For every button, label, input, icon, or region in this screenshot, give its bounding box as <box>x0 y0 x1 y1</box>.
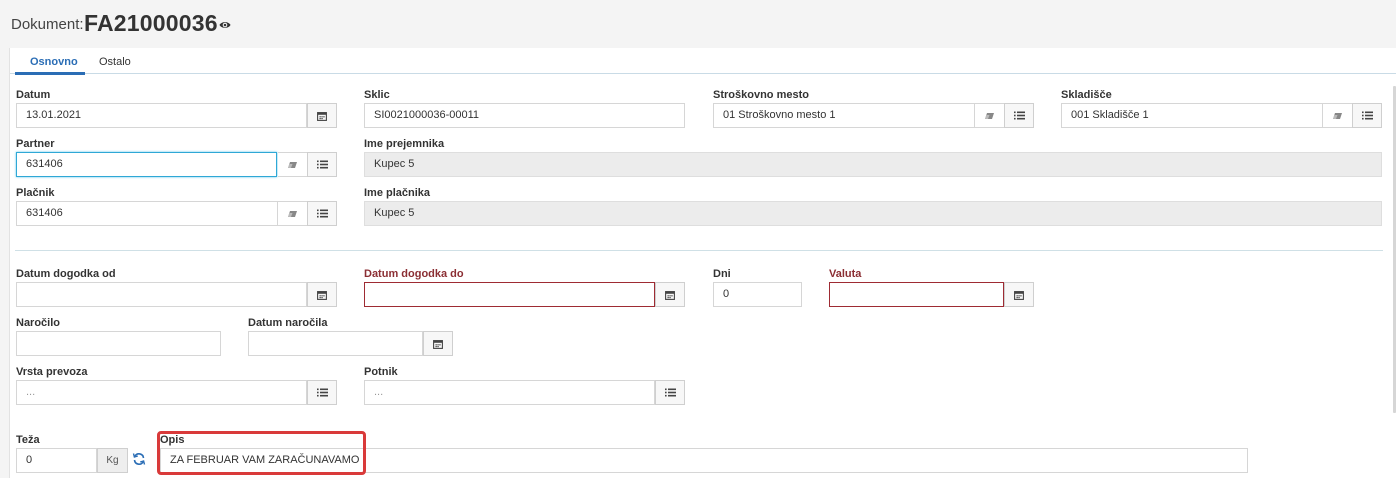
document-label: Dokument: <box>11 16 84 33</box>
list-icon <box>1013 111 1025 120</box>
title-bar: Dokument: FA21000036 <box>0 0 1396 46</box>
calendar-icon <box>1014 290 1024 300</box>
skladisce-list-button[interactable] <box>1352 103 1382 128</box>
list-icon <box>1361 111 1373 120</box>
teza-input[interactable]: 0 <box>16 448 97 473</box>
datum-calendar-button[interactable] <box>307 103 337 128</box>
tab-ostalo[interactable]: Ostalo <box>99 56 131 68</box>
datum-narocila-label: Datum naročila <box>248 317 328 329</box>
valuta-label: Valuta <box>829 268 862 280</box>
datum-od-calendar-button[interactable] <box>307 282 337 307</box>
valuta-calendar-button[interactable] <box>1004 282 1034 307</box>
vrsta-prevoza-placeholder: ... <box>26 386 36 398</box>
potnik-placeholder: ... <box>374 386 384 398</box>
dni-label: Dni <box>713 268 731 280</box>
calendar-icon <box>433 339 443 349</box>
teza-label: Teža <box>16 434 40 446</box>
eraser-icon <box>985 112 994 119</box>
tab-osnovno[interactable]: Osnovno <box>30 56 78 68</box>
partner-input[interactable]: 631406 <box>16 152 277 177</box>
partner-label: Partner <box>16 138 55 150</box>
ime-prejemnika-field: Kupec 5 <box>364 152 1382 177</box>
vrsta-prevoza-label: Vrsta prevoza <box>16 366 88 378</box>
partner-list-button[interactable] <box>307 152 337 177</box>
calendar-icon <box>665 290 675 300</box>
placnik-list-button[interactable] <box>307 201 337 226</box>
section-divider <box>15 250 1383 251</box>
datum-do-input[interactable] <box>364 282 655 307</box>
narocilo-label: Naročilo <box>16 317 61 329</box>
highlight-box <box>157 431 366 475</box>
datum-od-input[interactable] <box>16 282 307 307</box>
calendar-icon <box>317 290 327 300</box>
narocilo-input[interactable] <box>16 331 221 356</box>
document-form: Osnovno Ostalo Datum 13.01.2021 Sklic SI… <box>9 48 1396 478</box>
ime-placnika-label: Ime plačnika <box>364 187 431 199</box>
list-icon <box>664 388 676 397</box>
strosek-input[interactable]: 01 Stroškovno mesto 1 <box>713 103 975 128</box>
calendar-icon <box>317 111 327 121</box>
strosek-clear-button[interactable] <box>975 103 1004 128</box>
skladisce-clear-button[interactable] <box>1323 103 1352 128</box>
sklic-input[interactable]: SI0021000036-00011 <box>364 103 685 128</box>
potnik-label: Potnik <box>364 366 398 378</box>
datum-narocila-calendar-button[interactable] <box>423 331 453 356</box>
document-number: FA21000036 <box>84 10 218 36</box>
teza-unit: Kg <box>97 448 128 473</box>
placnik-label: Plačnik <box>16 187 55 199</box>
strosek-label: Stroškovno mesto <box>713 89 809 101</box>
ime-placnika-field: Kupec 5 <box>364 201 1382 226</box>
tab-bar: Osnovno Ostalo <box>10 50 1396 75</box>
dni-input[interactable]: 0 <box>713 282 802 307</box>
active-tab-indicator <box>15 72 85 75</box>
eraser-icon <box>288 161 297 168</box>
skladisce-label: Skladišče <box>1061 89 1112 101</box>
potnik-list-button[interactable] <box>655 380 685 405</box>
eye-icon[interactable] <box>219 20 231 30</box>
datum-narocila-input[interactable] <box>248 331 423 356</box>
skladisce-input[interactable]: 001 Skladišče 1 <box>1061 103 1323 128</box>
eraser-icon <box>288 210 297 217</box>
placnik-clear-button[interactable] <box>278 201 307 226</box>
potnik-input[interactable]: ... <box>364 380 655 405</box>
datum-do-calendar-button[interactable] <box>655 282 685 307</box>
valuta-input[interactable] <box>829 282 1004 307</box>
ime-prejemnika-label: Ime prejemnika <box>364 138 445 150</box>
vrsta-prevoza-input[interactable]: ... <box>16 380 307 405</box>
list-icon <box>316 388 328 397</box>
list-icon <box>316 160 328 169</box>
datum-input[interactable]: 13.01.2021 <box>16 103 307 128</box>
datum-do-label: Datum dogodka do <box>364 268 464 280</box>
refresh-icon[interactable] <box>132 452 146 466</box>
placnik-input[interactable]: 631406 <box>16 201 278 226</box>
partner-clear-button[interactable] <box>278 152 307 177</box>
vrsta-prevoza-list-button[interactable] <box>307 380 337 405</box>
datum-od-label: Datum dogodka od <box>16 268 116 280</box>
sklic-label: Sklic <box>364 89 390 101</box>
eraser-icon <box>1333 112 1342 119</box>
list-icon <box>316 209 328 218</box>
datum-label: Datum <box>16 89 51 101</box>
strosek-list-button[interactable] <box>1004 103 1034 128</box>
